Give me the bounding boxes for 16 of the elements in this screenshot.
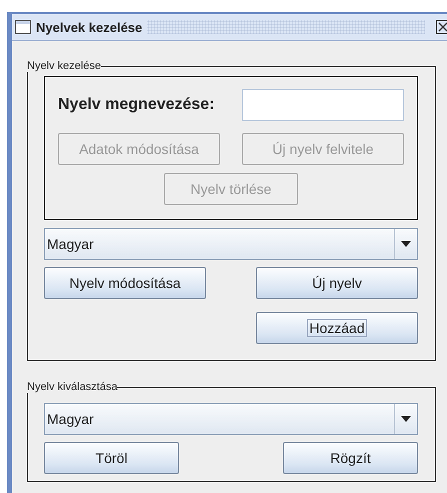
button[interactable]: Nyelv módosítása bbox=[44, 267, 206, 299]
button[interactable]: Hozzáad bbox=[256, 312, 418, 344]
dropdown[interactable]: Magyar bbox=[44, 403, 418, 435]
button[interactable]: Rögzít bbox=[283, 442, 418, 474]
group-title: Nyelv kiválasztása bbox=[27, 381, 118, 393]
close-icon[interactable] bbox=[436, 20, 447, 34]
dropdown[interactable]: Magyar bbox=[44, 228, 418, 260]
group-title: Nyelv kezelése bbox=[27, 60, 101, 72]
window-title: Nyelvek kezelése bbox=[36, 20, 142, 34]
button[interactable]: Töröl bbox=[44, 442, 179, 474]
window-icon bbox=[15, 20, 31, 34]
dropdown-arrow-icon bbox=[401, 241, 411, 247]
button[interactable]: Új nyelv bbox=[256, 267, 418, 299]
input-field[interactable] bbox=[242, 89, 404, 121]
field-label: Nyelv megnevezése: bbox=[58, 96, 215, 114]
dropdown-arrow-icon bbox=[401, 416, 411, 422]
